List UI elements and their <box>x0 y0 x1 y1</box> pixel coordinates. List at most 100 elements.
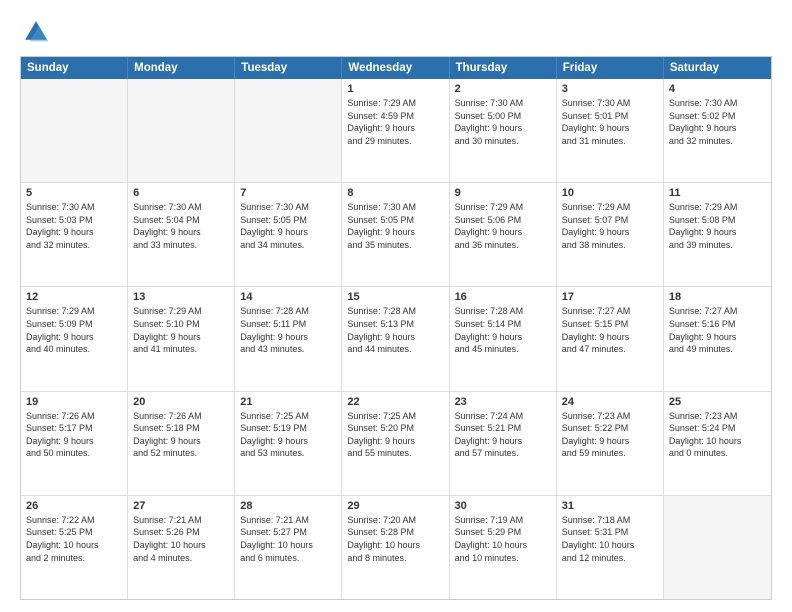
cell-content: Sunrise: 7:21 AM Sunset: 5:27 PM Dayligh… <box>240 514 336 564</box>
day-number: 7 <box>240 187 336 199</box>
cell-content: Sunrise: 7:26 AM Sunset: 5:18 PM Dayligh… <box>133 410 229 460</box>
calendar-cell: 17 Sunrise: 7:27 AM Sunset: 5:15 PM Dayli… <box>557 287 664 390</box>
calendar-cell: 8 Sunrise: 7:30 AM Sunset: 5:05 PM Daylig… <box>342 183 449 286</box>
calendar-body: 1 Sunrise: 7:29 AM Sunset: 4:59 PM Daylig… <box>21 79 771 599</box>
day-number: 12 <box>26 291 122 303</box>
day-number: 4 <box>669 83 766 95</box>
day-number: 1 <box>347 83 443 95</box>
calendar-cell: 26 Sunrise: 7:22 AM Sunset: 5:25 PM Dayli… <box>21 496 128 599</box>
calendar-header: SundayMondayTuesdayWednesdayThursdayFrid… <box>21 57 771 79</box>
day-number: 26 <box>26 500 122 512</box>
day-number: 28 <box>240 500 336 512</box>
calendar-cell: 23Sunrise: 7:24 AM Sunset: 5:21 PM Dayli… <box>450 392 557 495</box>
calendar: SundayMondayTuesdayWednesdayThursdayFrid… <box>20 56 772 600</box>
calendar-cell: 24Sunrise: 7:23 AM Sunset: 5:22 PM Dayli… <box>557 392 664 495</box>
calendar-cell: 1 Sunrise: 7:29 AM Sunset: 4:59 PM Daylig… <box>342 79 449 182</box>
calendar-row-4: 19 Sunrise: 7:26 AM Sunset: 5:17 PM Dayli… <box>21 391 771 495</box>
day-number: 18 <box>669 291 766 303</box>
cell-content: Sunrise: 7:27 AM Sunset: 5:15 PM Dayligh… <box>562 305 658 355</box>
day-number: 20 <box>133 396 229 408</box>
calendar-cell: 31 Sunrise: 7:18 AM Sunset: 5:31 PM Dayli… <box>557 496 664 599</box>
day-number: 19 <box>26 396 122 408</box>
calendar-cell: 14 Sunrise: 7:28 AM Sunset: 5:11 PM Dayli… <box>235 287 342 390</box>
calendar-cell: 4 Sunrise: 7:30 AM Sunset: 5:02 PM Daylig… <box>664 79 771 182</box>
day-number: 24 <box>562 396 658 408</box>
calendar-row-5: 26 Sunrise: 7:22 AM Sunset: 5:25 PM Dayli… <box>21 495 771 599</box>
header-day-thursday: Thursday <box>450 57 557 79</box>
calendar-cell <box>664 496 771 599</box>
cell-content: Sunrise: 7:26 AM Sunset: 5:17 PM Dayligh… <box>26 410 122 460</box>
calendar-row-2: 5 Sunrise: 7:30 AM Sunset: 5:03 PM Daylig… <box>21 182 771 286</box>
day-number: 16 <box>455 291 551 303</box>
calendar-cell: 11Sunrise: 7:29 AM Sunset: 5:08 PM Dayli… <box>664 183 771 286</box>
calendar-cell: 3 Sunrise: 7:30 AM Sunset: 5:01 PM Daylig… <box>557 79 664 182</box>
day-number: 14 <box>240 291 336 303</box>
calendar-cell: 6Sunrise: 7:30 AM Sunset: 5:04 PM Daylig… <box>128 183 235 286</box>
calendar-cell: 15Sunrise: 7:28 AM Sunset: 5:13 PM Dayli… <box>342 287 449 390</box>
logo <box>20 18 50 46</box>
calendar-cell: 27 Sunrise: 7:21 AM Sunset: 5:26 PM Dayli… <box>128 496 235 599</box>
header-day-friday: Friday <box>557 57 664 79</box>
day-number: 21 <box>240 396 336 408</box>
calendar-cell: 21 Sunrise: 7:25 AM Sunset: 5:19 PM Dayli… <box>235 392 342 495</box>
cell-content: Sunrise: 7:29 AM Sunset: 5:06 PM Dayligh… <box>455 201 551 251</box>
header <box>20 18 772 46</box>
day-number: 17 <box>562 291 658 303</box>
cell-content: Sunrise: 7:19 AM Sunset: 5:29 PM Dayligh… <box>455 514 551 564</box>
cell-content: Sunrise: 7:27 AM Sunset: 5:16 PM Dayligh… <box>669 305 766 355</box>
day-number: 27 <box>133 500 229 512</box>
cell-content: Sunrise: 7:30 AM Sunset: 5:05 PM Dayligh… <box>347 201 443 251</box>
day-number: 11 <box>669 187 766 199</box>
cell-content: Sunrise: 7:22 AM Sunset: 5:25 PM Dayligh… <box>26 514 122 564</box>
calendar-cell: 28 Sunrise: 7:21 AM Sunset: 5:27 PM Dayli… <box>235 496 342 599</box>
header-day-tuesday: Tuesday <box>235 57 342 79</box>
cell-content: Sunrise: 7:29 AM Sunset: 5:07 PM Dayligh… <box>562 201 658 251</box>
header-day-sunday: Sunday <box>21 57 128 79</box>
calendar-cell: 29Sunrise: 7:20 AM Sunset: 5:28 PM Dayli… <box>342 496 449 599</box>
calendar-cell: 7 Sunrise: 7:30 AM Sunset: 5:05 PM Daylig… <box>235 183 342 286</box>
day-number: 3 <box>562 83 658 95</box>
calendar-cell: 16 Sunrise: 7:28 AM Sunset: 5:14 PM Dayli… <box>450 287 557 390</box>
calendar-cell: 19 Sunrise: 7:26 AM Sunset: 5:17 PM Dayli… <box>21 392 128 495</box>
cell-content: Sunrise: 7:21 AM Sunset: 5:26 PM Dayligh… <box>133 514 229 564</box>
calendar-cell: 9 Sunrise: 7:29 AM Sunset: 5:06 PM Daylig… <box>450 183 557 286</box>
logo-icon <box>22 18 50 46</box>
cell-content: Sunrise: 7:23 AM Sunset: 5:24 PM Dayligh… <box>669 410 766 460</box>
day-number: 10 <box>562 187 658 199</box>
cell-content: Sunrise: 7:29 AM Sunset: 5:10 PM Dayligh… <box>133 305 229 355</box>
cell-content: Sunrise: 7:29 AM Sunset: 5:09 PM Dayligh… <box>26 305 122 355</box>
cell-content: Sunrise: 7:30 AM Sunset: 5:02 PM Dayligh… <box>669 97 766 147</box>
day-number: 29 <box>347 500 443 512</box>
day-number: 22 <box>347 396 443 408</box>
day-number: 23 <box>455 396 551 408</box>
day-number: 25 <box>669 396 766 408</box>
day-number: 9 <box>455 187 551 199</box>
cell-content: Sunrise: 7:25 AM Sunset: 5:19 PM Dayligh… <box>240 410 336 460</box>
day-number: 31 <box>562 500 658 512</box>
page: SundayMondayTuesdayWednesdayThursdayFrid… <box>0 0 792 612</box>
calendar-cell: 20 Sunrise: 7:26 AM Sunset: 5:18 PM Dayli… <box>128 392 235 495</box>
calendar-cell: 12 Sunrise: 7:29 AM Sunset: 5:09 PM Dayli… <box>21 287 128 390</box>
calendar-cell: 22Sunrise: 7:25 AM Sunset: 5:20 PM Dayli… <box>342 392 449 495</box>
calendar-cell: 5 Sunrise: 7:30 AM Sunset: 5:03 PM Daylig… <box>21 183 128 286</box>
calendar-row-1: 1 Sunrise: 7:29 AM Sunset: 4:59 PM Daylig… <box>21 79 771 182</box>
day-number: 5 <box>26 187 122 199</box>
cell-content: Sunrise: 7:30 AM Sunset: 5:01 PM Dayligh… <box>562 97 658 147</box>
calendar-cell: 30 Sunrise: 7:19 AM Sunset: 5:29 PM Dayli… <box>450 496 557 599</box>
cell-content: Sunrise: 7:30 AM Sunset: 5:05 PM Dayligh… <box>240 201 336 251</box>
calendar-cell: 10 Sunrise: 7:29 AM Sunset: 5:07 PM Dayli… <box>557 183 664 286</box>
cell-content: Sunrise: 7:29 AM Sunset: 4:59 PM Dayligh… <box>347 97 443 147</box>
cell-content: Sunrise: 7:30 AM Sunset: 5:00 PM Dayligh… <box>455 97 551 147</box>
cell-content: Sunrise: 7:28 AM Sunset: 5:11 PM Dayligh… <box>240 305 336 355</box>
cell-content: Sunrise: 7:18 AM Sunset: 5:31 PM Dayligh… <box>562 514 658 564</box>
cell-content: Sunrise: 7:28 AM Sunset: 5:14 PM Dayligh… <box>455 305 551 355</box>
calendar-cell <box>235 79 342 182</box>
day-number: 2 <box>455 83 551 95</box>
cell-content: Sunrise: 7:30 AM Sunset: 5:03 PM Dayligh… <box>26 201 122 251</box>
day-number: 8 <box>347 187 443 199</box>
calendar-row-3: 12 Sunrise: 7:29 AM Sunset: 5:09 PM Dayli… <box>21 286 771 390</box>
header-day-wednesday: Wednesday <box>342 57 449 79</box>
header-day-monday: Monday <box>128 57 235 79</box>
calendar-cell <box>128 79 235 182</box>
day-number: 30 <box>455 500 551 512</box>
